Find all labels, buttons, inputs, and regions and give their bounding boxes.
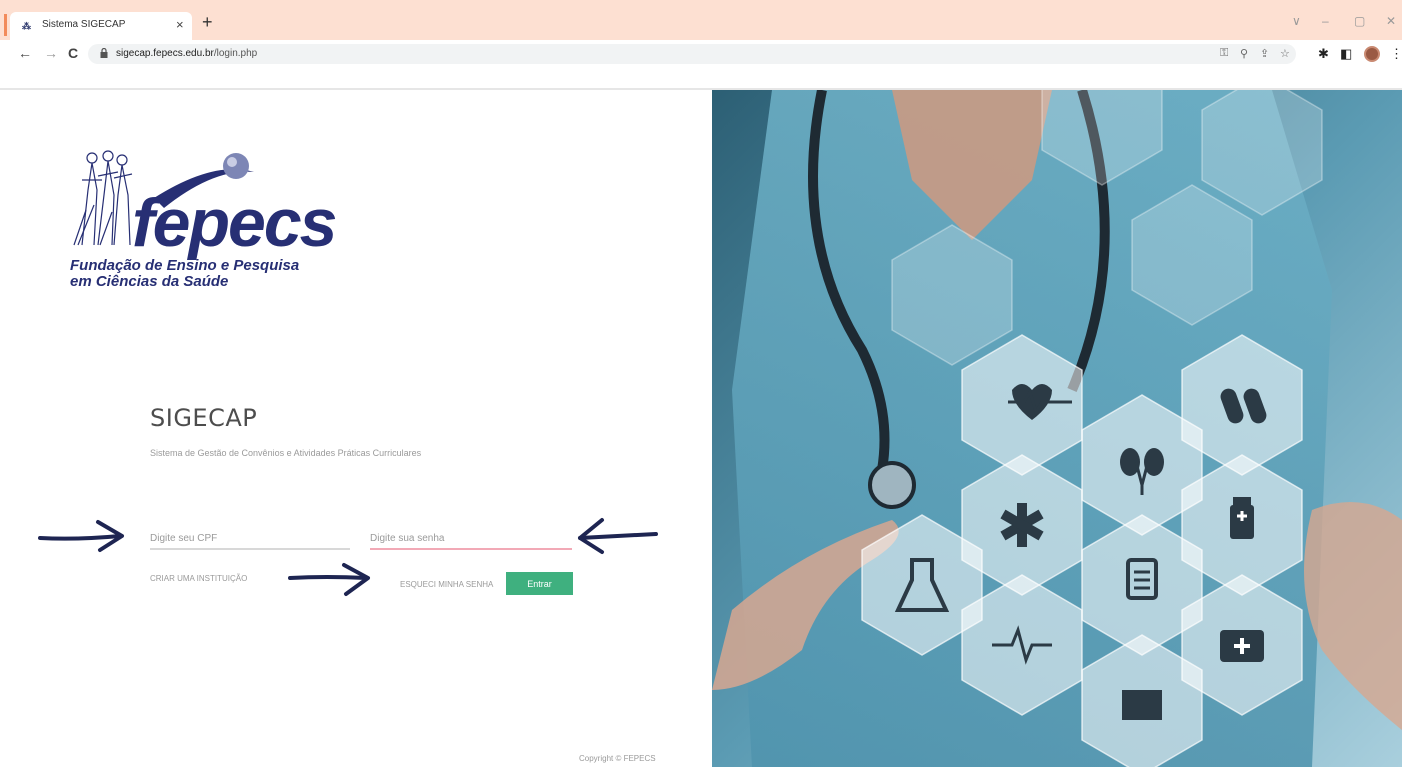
forward-button[interactable]: → — [44, 45, 58, 61]
side-panel-icon[interactable]: ◧ — [1340, 46, 1352, 62]
browser-tab-strip: ⁂ Sistema SIGECAP × + ∨ – ▢ ✕ — [0, 0, 1402, 40]
create-institution-link[interactable]: CRIAR UMA INSTITUIÇÃO — [150, 574, 247, 583]
annotation-arrow-right-icon — [288, 563, 370, 596]
logo-tagline-2: em Ciências da Saúde — [70, 273, 229, 290]
share-icon[interactable]: ⇪ — [1260, 47, 1269, 60]
browser-tab[interactable]: ⁂ Sistema SIGECAP × — [10, 12, 192, 40]
annotation-arrow-right-icon — [38, 520, 124, 552]
zoom-icon[interactable]: ⚲ — [1240, 47, 1248, 60]
bookmark-star-icon[interactable]: ☆ — [1280, 47, 1290, 60]
lock-icon — [100, 48, 108, 58]
key-icon[interactable]: ⚿ — [1220, 47, 1228, 60]
tab-accent — [4, 14, 7, 36]
close-tab-icon[interactable]: × — [176, 17, 184, 32]
more-menu-icon[interactable]: ⋮ — [1390, 46, 1402, 62]
minimize-button[interactable]: – — [1322, 14, 1329, 28]
logo-wordmark: fepecs — [132, 185, 337, 261]
address-bar-row: ← → C sigecap.fepecs.edu.br/login.php ⚿ … — [0, 40, 1402, 68]
back-button[interactable]: ← — [18, 45, 32, 61]
fepecs-logo: fepecs Fundação de Ensino e Pesquisa em … — [64, 150, 344, 300]
hero-medical-image — [712, 90, 1402, 767]
site-favicon-icon: ⁂ — [22, 21, 31, 31]
tab-title: Sistema SIGECAP — [42, 19, 126, 30]
cpf-input[interactable] — [150, 528, 350, 550]
new-tab-button[interactable]: + — [202, 12, 213, 33]
login-button[interactable]: Entrar — [506, 572, 573, 595]
extensions-puzzle-icon[interactable]: ✱ — [1318, 46, 1329, 62]
url-input[interactable]: sigecap.fepecs.edu.br/login.php ⚿ ⚲ ⇪ ☆ — [88, 44, 1296, 64]
close-window-button[interactable]: ✕ — [1386, 14, 1396, 28]
reload-button[interactable]: C — [68, 45, 78, 61]
profile-avatar[interactable] — [1364, 46, 1380, 62]
forgot-password-link[interactable]: ESQUECI MINHA SENHA — [400, 580, 493, 589]
url-text: sigecap.fepecs.edu.br/login.php — [116, 48, 258, 59]
copyright-text: Copyright © FEPECS — [579, 754, 656, 763]
tab-search-icon[interactable]: ∨ — [1292, 14, 1301, 28]
logo-tagline-1: Fundação de Ensino e Pesquisa — [70, 257, 300, 274]
page-subtitle: Sistema de Gestão de Convênios e Ativida… — [150, 448, 422, 458]
page-title: SIGECAP — [150, 404, 258, 432]
annotation-arrow-left-icon — [578, 518, 658, 554]
maximize-button[interactable]: ▢ — [1354, 14, 1365, 28]
password-input[interactable] — [370, 528, 572, 550]
